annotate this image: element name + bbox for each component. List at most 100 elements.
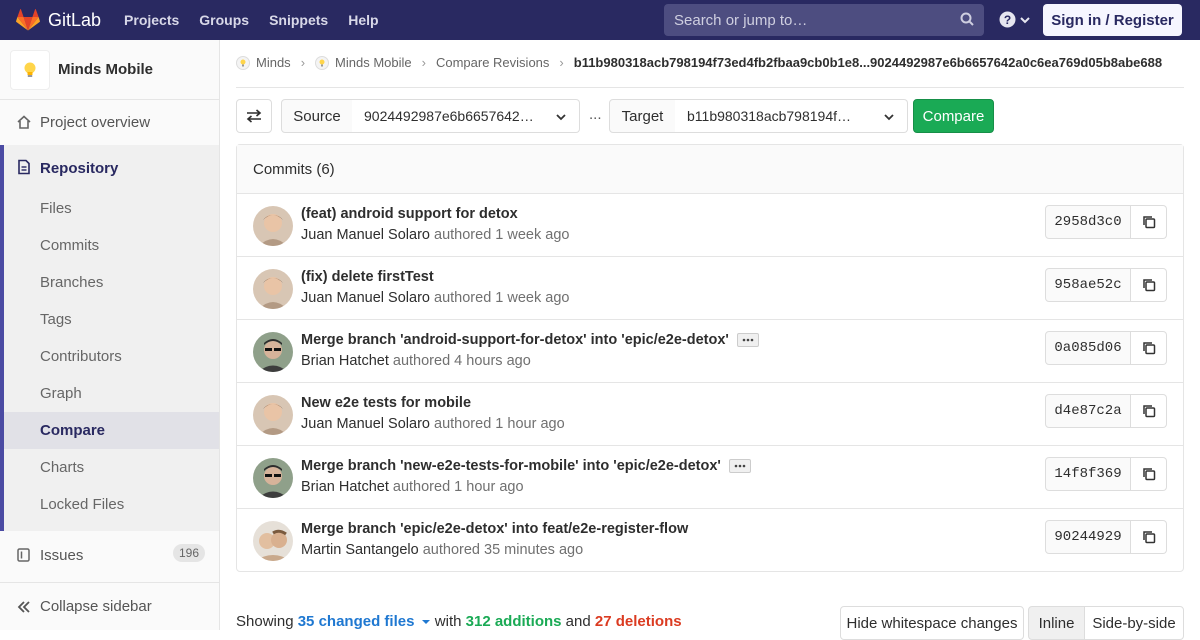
lightbulb-icon <box>24 62 36 77</box>
repository-doc-icon <box>18 159 30 175</box>
commit-title[interactable]: New e2e tests for mobile <box>301 395 471 411</box>
copy-icon <box>1142 531 1155 544</box>
collapse-sidebar-button[interactable]: Collapse sidebar <box>0 582 219 630</box>
commit-title[interactable]: (feat) android support for detox <box>301 206 518 222</box>
target-revision-dropdown[interactable]: b11b980318acb798194f… <box>675 99 908 133</box>
commit-title[interactable]: Merge branch 'new-e2e-tests-for-mobile' … <box>301 458 721 474</box>
commit-sha-button[interactable]: 90244929 <box>1045 520 1131 554</box>
author-avatar[interactable] <box>253 206 293 246</box>
copy-sha-button[interactable] <box>1131 331 1167 365</box>
breadcrumb-item-minds[interactable]: Minds <box>236 55 291 70</box>
issues-icon <box>16 547 32 563</box>
side-by-side-view-button[interactable]: Side-by-side <box>1084 606 1184 640</box>
commit-sha-group: 90244929 <box>1045 520 1167 554</box>
swap-revisions-button[interactable] <box>236 99 272 133</box>
nav-link-groups[interactable]: Groups <box>199 0 249 40</box>
commit-author[interactable]: Brian Hatchet <box>301 353 389 369</box>
commit-title-row: New e2e tests for mobile <box>301 395 471 411</box>
commits-card: Commits (6) (feat) android support for d… <box>236 144 1184 572</box>
commit-sha-group: 14f8f369 <box>1045 457 1167 491</box>
commit-author[interactable]: Juan Manuel Solaro <box>301 227 430 243</box>
nav-link-projects[interactable]: Projects <box>124 0 179 40</box>
breadcrumb-label: Minds <box>256 55 291 70</box>
copy-sha-button[interactable] <box>1131 520 1167 554</box>
issues-count-badge: 196 <box>173 544 206 562</box>
sidebar-item-locked-files[interactable]: Locked Files <box>40 496 124 513</box>
commit-sha-group: d4e87c2a <box>1045 394 1167 428</box>
repository-section <box>0 145 219 531</box>
sidebar-item-repository[interactable]: Repository <box>40 160 118 177</box>
commit-author[interactable]: Juan Manuel Solaro <box>301 290 430 306</box>
commit-title[interactable]: Merge branch 'epic/e2e-detox' into feat/… <box>301 521 688 537</box>
commit-time: 35 minutes ago <box>484 542 584 558</box>
project-name: Minds Mobile <box>58 61 153 78</box>
commit-sha-button[interactable]: 0a085d06 <box>1045 331 1131 365</box>
sidebar-item-compare[interactable]: Compare <box>40 422 105 439</box>
compare-button[interactable]: Compare <box>913 99 994 133</box>
nav-link-help[interactable]: Help <box>348 0 378 40</box>
authored-label: authored <box>392 479 451 495</box>
commit-meta: Brian Hatchet authored 1 hour ago <box>301 479 524 495</box>
nav-link-snippets[interactable]: Snippets <box>269 0 328 40</box>
author-avatar[interactable] <box>253 332 293 372</box>
commit-author[interactable]: Martin Santangelo <box>301 542 419 558</box>
sidebar-item-commits[interactable]: Commits <box>40 237 99 254</box>
copy-icon <box>1142 405 1155 418</box>
deletions-count: 27 deletions <box>594 613 682 630</box>
commit-row: New e2e tests for mobile Juan Manuel Sola… <box>237 383 1183 446</box>
sidebar-item-files[interactable]: Files <box>40 200 72 217</box>
commit-sha-button[interactable]: d4e87c2a <box>1045 394 1131 428</box>
author-avatar[interactable] <box>253 269 293 309</box>
search-icon <box>960 12 974 26</box>
copy-sha-button[interactable] <box>1131 457 1167 491</box>
commit-row: Merge branch 'android-support-for-detox'… <box>237 320 1183 383</box>
commit-author[interactable]: Juan Manuel Solaro <box>301 416 430 432</box>
breadcrumb-current[interactable]: b11b980318acb798194f73ed4fb2fbaa9cb0b1e8… <box>574 55 1162 70</box>
search-input[interactable]: Search or jump to… <box>664 4 984 36</box>
authored-label: authored <box>434 416 492 432</box>
hide-whitespace-button[interactable]: Hide whitespace changes <box>840 606 1024 640</box>
commit-row: Merge branch 'epic/e2e-detox' into feat/… <box>237 509 1183 572</box>
inline-view-button[interactable]: Inline <box>1028 606 1085 640</box>
sidebar-item-charts[interactable]: Charts <box>40 459 84 476</box>
author-avatar[interactable] <box>253 521 293 561</box>
copy-sha-button[interactable] <box>1131 268 1167 302</box>
commit-title[interactable]: Merge branch 'android-support-for-detox'… <box>301 332 729 348</box>
gitlab-brand[interactable]: GitLab <box>16 9 101 31</box>
breadcrumb-item-minds-mobile[interactable]: Minds Mobile <box>315 55 412 70</box>
toggle-commit-description-button[interactable] <box>728 459 751 473</box>
copy-icon <box>1142 342 1155 355</box>
sidebar-item-branches[interactable]: Branches <box>40 274 103 291</box>
help-dropdown[interactable]: ? <box>999 11 1031 28</box>
sidebar-item-contributors[interactable]: Contributors <box>40 348 122 365</box>
breadcrumb-item-compare-revisions[interactable]: Compare Revisions <box>436 55 549 70</box>
sidebar-project-header[interactable]: Minds Mobile <box>0 40 219 100</box>
authored-label: authored <box>392 353 451 369</box>
commit-meta: Juan Manuel Solaro authored 1 week ago <box>301 227 569 243</box>
copy-sha-button[interactable] <box>1131 394 1167 428</box>
commit-title[interactable]: (fix) delete firstTest <box>301 269 434 285</box>
target-revision-value: b11b980318acb798194f… <box>687 108 852 124</box>
ellipsis-icon <box>742 338 754 342</box>
commit-sha-button[interactable]: 2958d3c0 <box>1045 205 1131 239</box>
commit-sha-button[interactable]: 958ae52c <box>1045 268 1131 302</box>
project-avatar-icon <box>315 55 330 70</box>
sidebar-item-project-overview[interactable]: Project overview <box>0 112 219 132</box>
toggle-commit-description-button[interactable] <box>736 333 759 347</box>
commit-author[interactable]: Brian Hatchet <box>301 479 389 495</box>
changed-files-dropdown[interactable]: 35 changed files <box>298 613 431 630</box>
additions-count: 312 additions <box>465 613 562 630</box>
author-avatar[interactable] <box>253 395 293 435</box>
sidebar-item-graph[interactable]: Graph <box>40 385 82 402</box>
copy-icon <box>1142 216 1155 229</box>
sidebar-item-tags[interactable]: Tags <box>40 311 72 328</box>
commit-time: 1 week ago <box>495 227 570 243</box>
copy-sha-button[interactable] <box>1131 205 1167 239</box>
sign-in-register-button[interactable]: Sign in / Register <box>1043 4 1182 36</box>
source-revision-dropdown[interactable]: 9024492987e6b6657642… <box>352 99 580 133</box>
project-sidebar: Minds Mobile Project overview Repository… <box>0 40 220 630</box>
author-avatar[interactable] <box>253 458 293 498</box>
commit-sha-button[interactable]: 14f8f369 <box>1045 457 1131 491</box>
commit-title-row: (feat) android support for detox <box>301 206 518 222</box>
commit-time: 1 hour ago <box>454 479 524 495</box>
